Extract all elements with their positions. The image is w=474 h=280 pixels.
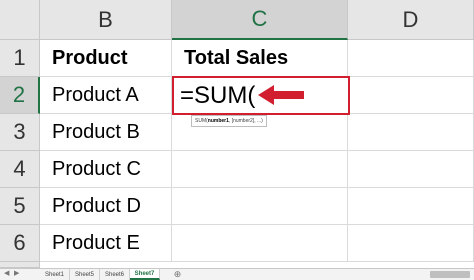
cell-b2[interactable]: Product A — [40, 77, 172, 114]
cell-c5[interactable] — [172, 188, 348, 225]
tooltip-function-name: SUM( — [195, 118, 208, 124]
cell-b3[interactable]: Product B — [40, 114, 172, 151]
sheet-tab-sheet7[interactable]: Sheet7 — [130, 269, 160, 280]
function-argument-tooltip: SUM(number1, [number2], ...) — [191, 115, 267, 127]
cell-b5[interactable]: Product D — [40, 188, 172, 225]
row-header-3[interactable]: 3 — [0, 114, 40, 151]
row-header-5[interactable]: 5 — [0, 188, 40, 225]
column-header-b[interactable]: B — [40, 0, 172, 40]
tooltip-remaining-args: , [number2], ...) — [228, 118, 263, 124]
row-header-2[interactable]: 2 — [0, 77, 40, 114]
cell-c6[interactable] — [172, 225, 348, 262]
cell-c1[interactable]: Total Sales — [172, 40, 348, 77]
row-header-6[interactable]: 6 — [0, 225, 40, 262]
spreadsheet-grid: B C D 1 Product Total Sales 2 Product A … — [0, 0, 474, 268]
cell-c4[interactable] — [172, 151, 348, 188]
scroll-tabs-right-icon[interactable]: ▶ — [14, 269, 19, 277]
cell-b1[interactable]: Product — [40, 40, 172, 77]
horizontal-scrollbar-thumb[interactable] — [430, 271, 470, 278]
pointer-arrow-icon — [258, 85, 304, 105]
row-header-4[interactable]: 4 — [0, 151, 40, 188]
cell-b6[interactable]: Product E — [40, 225, 172, 262]
cell-d3[interactable] — [348, 114, 474, 151]
sheet-tab-bar: ◀ ▶ Sheet1 Sheet5 Sheet6 Sheet7 ⊕ — [0, 268, 474, 280]
cell-d4[interactable] — [348, 151, 474, 188]
sheet-tab-sheet6[interactable]: Sheet6 — [100, 269, 130, 280]
cell-d1[interactable] — [348, 40, 474, 77]
cell-b4[interactable]: Product C — [40, 151, 172, 188]
add-sheet-icon[interactable]: ⊕ — [172, 269, 183, 280]
sheet-tab-sheet5[interactable]: Sheet5 — [70, 269, 100, 280]
cell-d5[interactable] — [348, 188, 474, 225]
column-header-c[interactable]: C — [172, 0, 348, 40]
cell-d6[interactable] — [348, 225, 474, 262]
tooltip-current-argument[interactable]: number1 — [208, 118, 229, 124]
column-header-d[interactable]: D — [348, 0, 474, 40]
select-all-corner[interactable] — [0, 0, 40, 40]
row-header-1[interactable]: 1 — [0, 40, 40, 77]
cell-d2[interactable] — [350, 77, 474, 114]
scroll-tabs-left-icon[interactable]: ◀ — [4, 269, 9, 277]
sheet-tab-sheet1[interactable]: Sheet1 — [40, 269, 70, 280]
